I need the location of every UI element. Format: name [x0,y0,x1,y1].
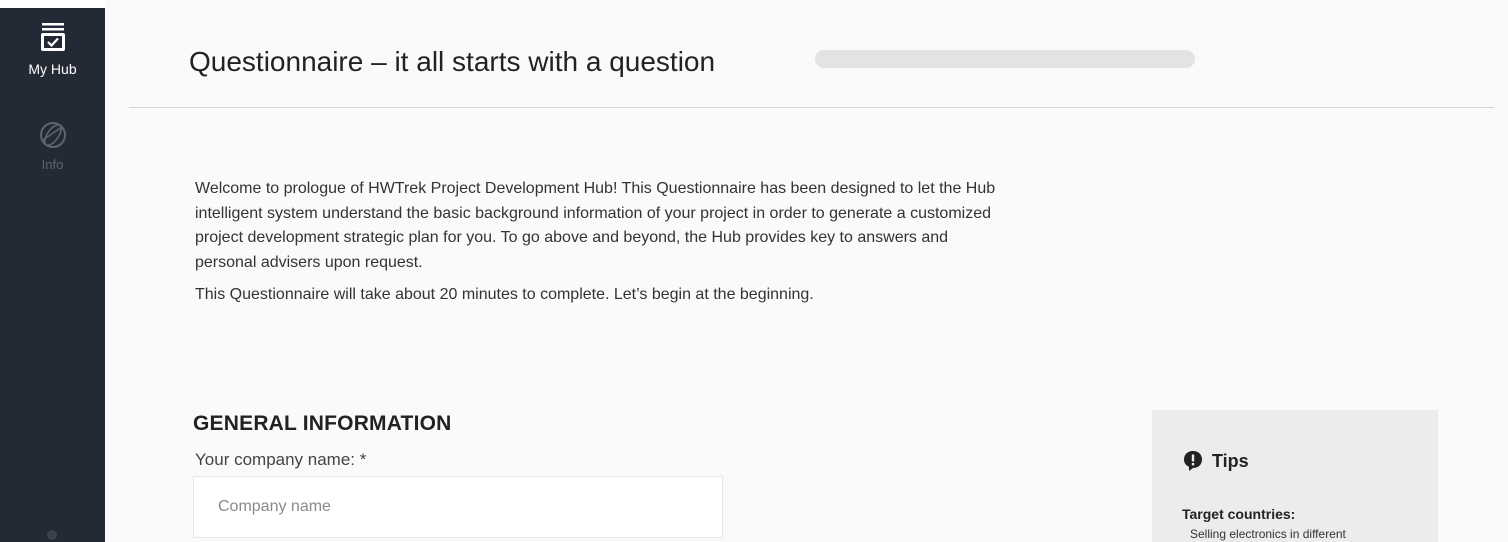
exclamation-bubble-icon [1182,450,1204,472]
section-title: GENERAL INFORMATION [193,412,452,435]
page-title: Questionnaire – it all starts with a que… [189,46,716,77]
sidebar-top-strip [0,0,105,8]
app-window: My Hub Info Questionnaire – it all start… [0,0,1508,542]
sidebar-item-info[interactable]: Info [0,120,105,172]
intro-text: Welcome to prologue of HWTrek Project De… [195,177,1005,308]
company-name-input[interactable] [193,476,723,538]
sidebar-bottom-icon[interactable] [47,530,57,540]
progress-bar [815,50,1195,68]
inbox-check-icon [0,22,105,57]
tips-body: Selling electronics in different [1190,527,1346,541]
main-content: Questionnaire – it all starts with a que… [105,0,1508,542]
tips-header: Tips [1182,450,1249,472]
intro-paragraph: Welcome to prologue of HWTrek Project De… [195,180,996,271]
sidebar-item-label: My Hub [28,61,77,77]
company-name-label: Your company name: * [195,450,367,469]
sidebar: My Hub Info [0,0,105,542]
sidebar-item-my-hub[interactable]: My Hub [0,22,105,77]
sidebar-item-label: Info [41,157,64,172]
tips-panel: Tips Target countries: Selling electroni… [1152,410,1438,542]
globe-icon [0,120,105,155]
intro-paragraph: This Questionnaire will take about 20 mi… [195,286,814,303]
page-header: Questionnaire – it all starts with a que… [129,8,1494,108]
tips-subtitle: Target countries: [1182,506,1296,522]
tips-title: Tips [1212,450,1249,471]
